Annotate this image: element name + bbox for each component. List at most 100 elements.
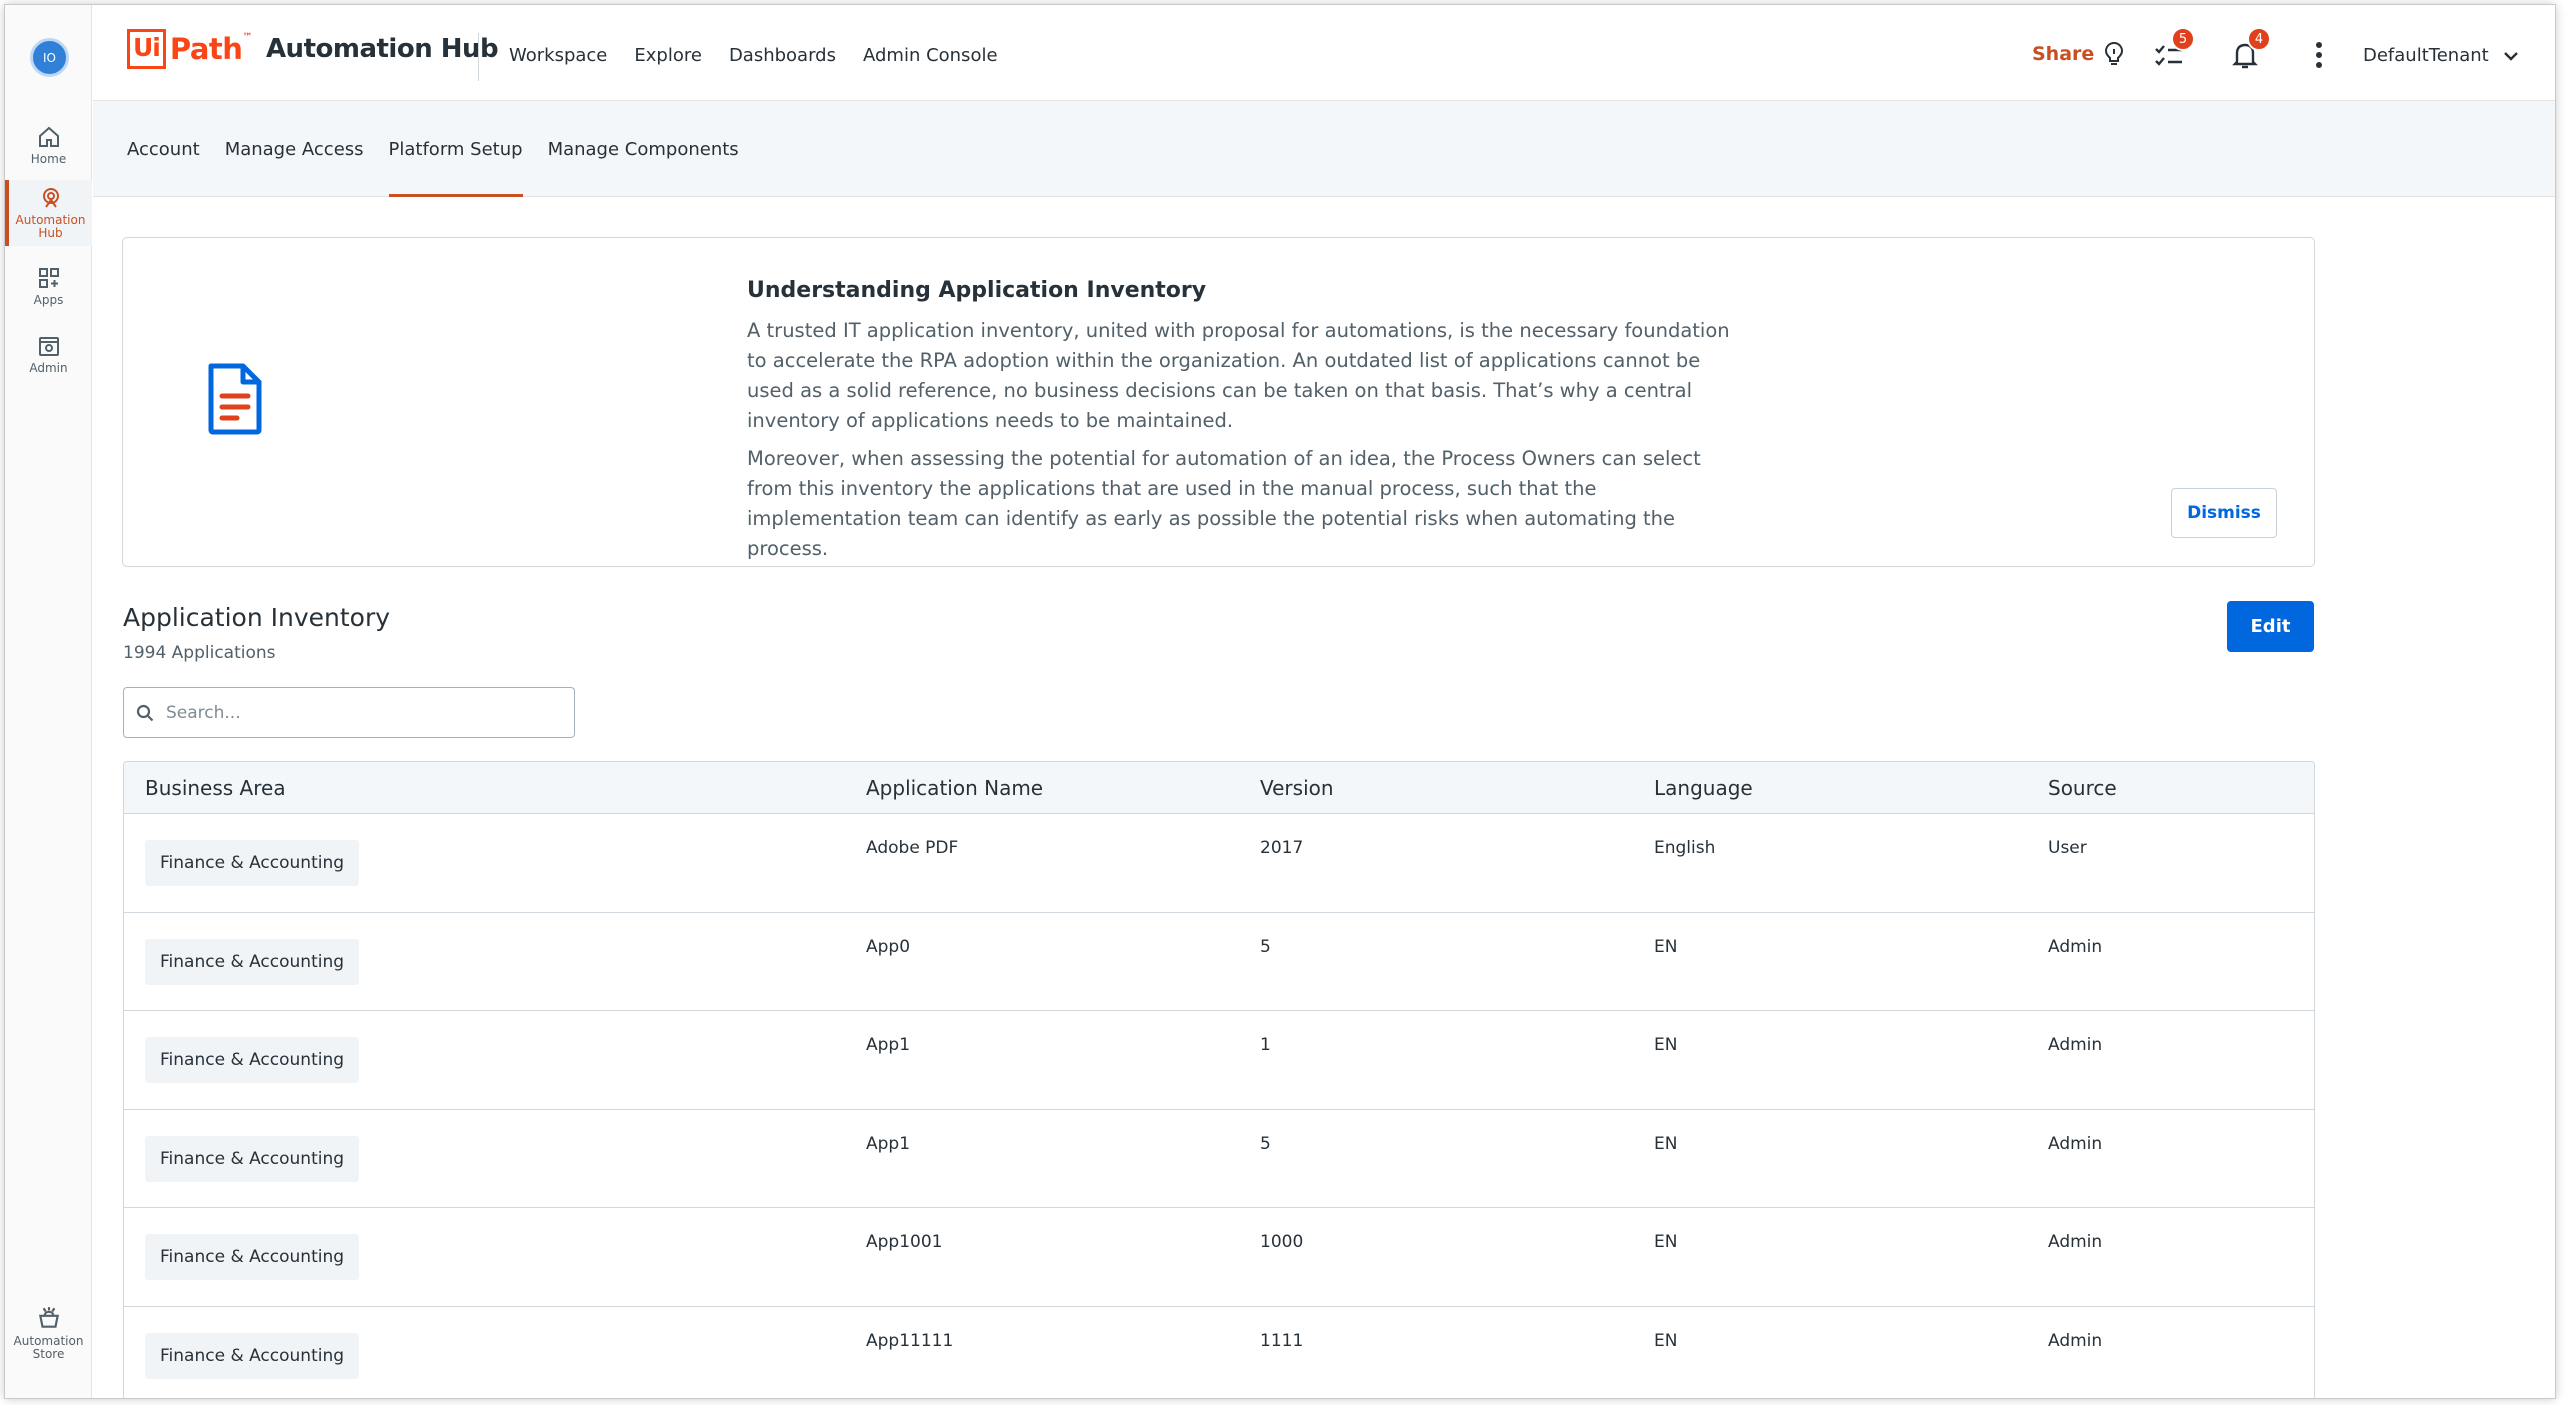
table-row[interactable]: Finance & Accounting Adobe PDF 2017 Engl… [124,814,2314,913]
chevron-down-icon [2503,51,2518,61]
tab-platform-setup[interactable]: Platform Setup [388,139,523,197]
tenant-selector[interactable]: DefaultTenant [2363,45,2519,66]
more-vertical-icon [2316,42,2322,68]
tab-manage-components[interactable]: Manage Components [548,139,739,197]
cell-application-name: App11111 [866,1330,954,1351]
cell-source: User [2048,838,2087,858]
cell-source: Admin [2048,1232,2103,1252]
table-row[interactable]: Finance & Accounting App1001 1000 EN Adm… [124,1208,2314,1307]
inventory-title: Application Inventory [123,603,391,632]
table-row[interactable]: Finance & Accounting App1 1 EN Admin [124,1011,2314,1110]
column-header-language[interactable]: Language [1654,776,1753,800]
left-rail: IO Home Automation Hub Apps Admin Automa… [5,5,92,1398]
business-area-chip: Finance & Accounting [145,1332,360,1379]
top-nav: Workspace Explore Dashboards Admin Conso… [509,45,998,66]
cell-application-name: App1001 [866,1232,943,1252]
info-title: Understanding Application Inventory [747,278,1207,303]
info-card: Understanding Application Inventory A tr… [122,237,2315,567]
automation-hub-icon [42,188,59,208]
app-window: IO Home Automation Hub Apps Admin Automa… [5,5,2555,1398]
cell-language: English [1654,838,1716,858]
cell-source: Admin [2048,1330,2103,1351]
cell-source: Admin [2048,936,2103,957]
rail-label-admin: Admin [29,360,68,375]
cell-language: EN [1654,1133,1678,1154]
edit-button[interactable]: Edit [2227,601,2314,652]
product-name: Automation Hub [265,34,499,64]
logo-ui-mark: Ui [127,29,166,69]
logo-path-text: Path™ [169,32,253,66]
share-label: Share [2032,43,2095,65]
business-area-chip: Finance & Accounting [145,1135,360,1182]
automation-store-icon [38,1307,59,1328]
nav-admin-console[interactable]: Admin Console [863,45,998,66]
table-header: Business Area Application Name Version L… [124,762,2314,814]
cell-version: 5 [1260,936,1271,957]
cell-source: Admin [2048,1133,2103,1154]
business-area-chip: Finance & Accounting [145,938,360,985]
cell-language: EN [1654,1232,1678,1252]
cell-language: EN [1654,1035,1678,1055]
business-area-chip: Finance & Accounting [145,1037,360,1083]
rail-label-apps: Apps [33,292,64,307]
cell-source: Admin [2048,1035,2103,1055]
top-header: Ui Path™ Automation Hub Workspace Explor… [93,5,2555,101]
more-options-button[interactable] [2301,37,2337,73]
share-button[interactable]: Share [2032,41,2126,67]
nav-dashboards[interactable]: Dashboards [729,45,836,66]
tasks-button[interactable]: 5 [2151,27,2195,73]
column-header-source[interactable]: Source [2048,776,2117,800]
info-paragraph-1: A trusted IT application inventory, unit… [747,319,1730,432]
column-header-version[interactable]: Version [1260,776,1334,800]
cell-language: EN [1654,936,1678,957]
cell-version: 1000 [1260,1232,1304,1252]
dismiss-button[interactable]: Dismiss [2171,488,2277,538]
cell-version: 1111 [1260,1330,1304,1351]
rail-label-home: Home [30,151,67,166]
inventory-table: Business Area Application Name Version L… [123,761,2315,1398]
rail-item-apps[interactable]: Apps [5,253,92,319]
rail-item-home[interactable]: Home [5,112,92,178]
rail-item-admin[interactable]: Admin [5,321,92,387]
apps-icon [38,267,59,288]
table-row[interactable]: Finance & Accounting App11111 1111 EN Ad… [124,1306,2314,1398]
user-avatar[interactable]: IO [30,38,69,77]
rail-item-automation-store[interactable]: Automation Store [5,1305,92,1361]
cell-application-name: App1 [866,1035,911,1055]
document-icon [208,363,262,435]
cell-application-name: Adobe PDF [866,838,959,858]
cell-application-name: App1 [866,1133,911,1154]
cell-version: 5 [1260,1133,1271,1154]
column-header-application-name[interactable]: Application Name [866,776,1043,800]
search-icon [136,704,154,721]
admin-icon [38,336,59,356]
uipath-logo[interactable]: Ui Path™ Automation Hub [127,29,499,69]
tasks-badge: 5 [2171,27,2195,51]
search-input[interactable] [166,702,546,723]
table-row[interactable]: Finance & Accounting App1 5 EN Admin [124,1109,2314,1208]
home-icon [38,126,59,147]
tab-account[interactable]: Account [127,139,200,197]
business-area-chip: Finance & Accounting [145,840,360,886]
search-box [123,687,575,738]
admin-subnav: Account Manage Access Platform Setup Man… [93,101,2555,197]
header-divider [478,33,479,81]
rail-label-automation-store: Automation Store [13,1334,84,1361]
column-header-business-area[interactable]: Business Area [145,776,286,800]
rail-item-automation-hub[interactable]: Automation Hub [5,180,92,246]
cell-version: 1 [1260,1035,1271,1055]
notifications-button[interactable]: 4 [2227,27,2271,73]
table-row[interactable]: Finance & Accounting App0 5 EN Admin [124,912,2314,1011]
rail-label-automation-hub: Automation Hub [15,213,86,240]
business-area-chip: Finance & Accounting [145,1234,360,1280]
info-paragraph-2: Moreover, when assessing the potential f… [747,447,1701,560]
tab-manage-access[interactable]: Manage Access [225,139,364,197]
subnav-tabs: Account Manage Access Platform Setup Man… [127,139,739,197]
cell-version: 2017 [1260,838,1304,858]
cell-application-name: App0 [866,936,911,957]
cell-language: EN [1654,1330,1678,1351]
nav-workspace[interactable]: Workspace [509,45,607,66]
nav-explore[interactable]: Explore [634,45,702,66]
inventory-count: 1994 Applications [123,643,276,663]
notifications-badge: 4 [2247,27,2271,51]
